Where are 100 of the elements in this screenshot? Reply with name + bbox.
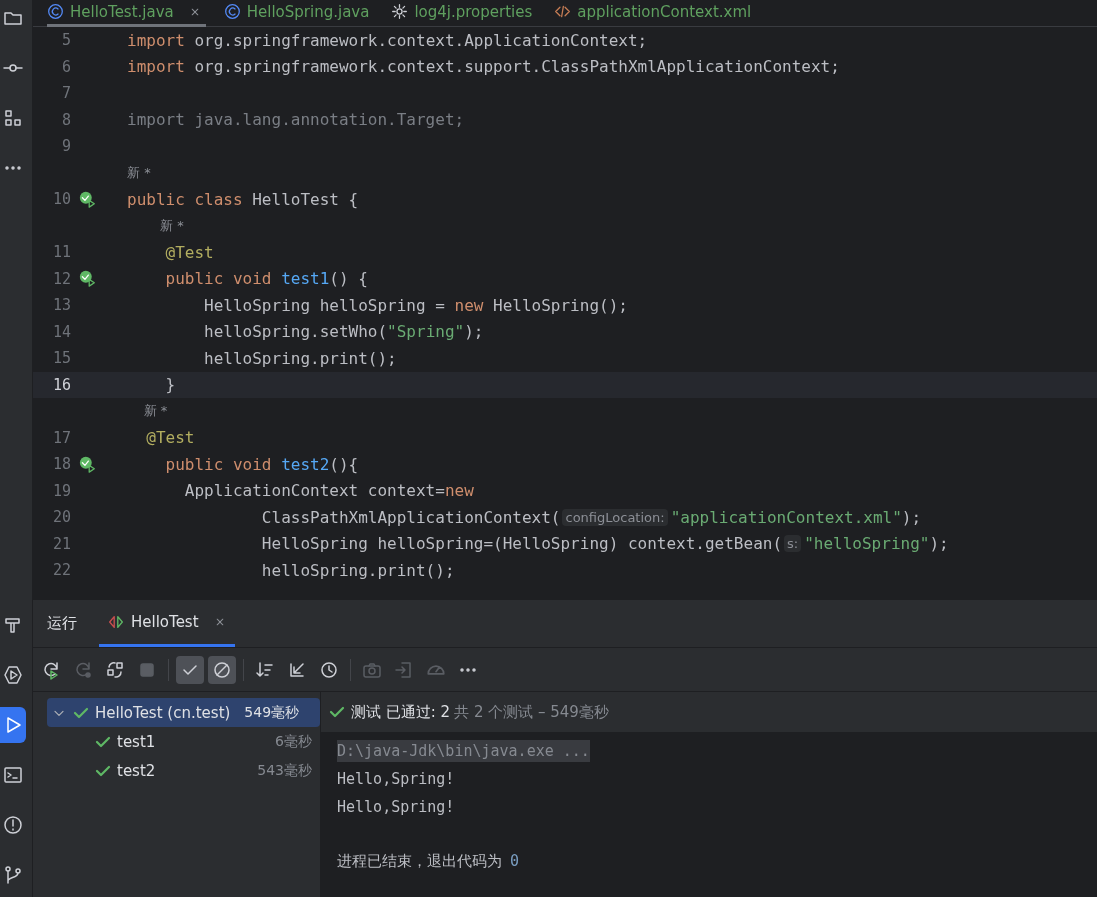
problems-icon xyxy=(3,815,23,835)
code-token: @Test xyxy=(145,428,195,448)
ignored-icon xyxy=(212,659,232,680)
test-name: test1 xyxy=(117,732,156,751)
branch-icon xyxy=(3,865,23,885)
code-token: org.springframework.context.support.ClassPathXmlApplicationContext; xyxy=(194,57,840,77)
terminal-icon xyxy=(3,765,23,785)
code-token: public class xyxy=(127,189,244,209)
code-token: HelloSpring helloSpring=(HelloSpring) context.getBean( xyxy=(260,534,783,554)
test-summary: 共 2 个测试 – 549毫秒 xyxy=(454,702,609,722)
line-number: 19 xyxy=(51,481,71,500)
code-token: ClassPathXmlApplicationContext( xyxy=(260,507,561,527)
test-run-icon xyxy=(79,455,96,473)
test-tree-item[interactable]: HelloTest (cn.test) 549毫秒 xyxy=(47,698,320,727)
test-duration: 6毫秒 xyxy=(275,732,312,751)
line-number: 6 xyxy=(60,57,71,76)
run-tab[interactable]: HelloTest xyxy=(99,600,235,647)
line-number: 17 xyxy=(51,428,71,447)
console-command[interactable]: D:\java-Jdk\bin\java.exe ... xyxy=(337,740,590,762)
panel-title: 运行 xyxy=(47,614,77,633)
more-icon xyxy=(460,667,476,672)
editor-tab[interactable]: applicationContext.xml xyxy=(554,0,756,27)
clock-icon xyxy=(319,659,339,680)
code-token: () { xyxy=(329,269,368,289)
code-token: HelloTest { xyxy=(252,189,359,209)
line-number: 8 xyxy=(60,110,71,129)
class-icon xyxy=(223,3,241,20)
tab-label: applicationContext.xml xyxy=(577,2,752,21)
test-duration: 549毫秒 xyxy=(244,703,300,722)
line-number: 13 xyxy=(51,296,71,315)
code-token: public void xyxy=(164,269,273,289)
code-token: public void xyxy=(164,454,273,474)
editor-tab[interactable]: log4j.properties xyxy=(391,0,537,27)
test-duration: 543毫秒 xyxy=(257,761,312,780)
code-token: ); xyxy=(929,534,949,554)
editor-tab[interactable]: HelloTest.java xyxy=(47,0,206,27)
code-token: ); xyxy=(901,507,922,527)
code-token: ); xyxy=(464,322,484,342)
tab-label: HelloTest xyxy=(131,613,199,631)
code-token: helloSpring.print(); xyxy=(203,348,397,368)
test-name: HelloTest (cn.test) xyxy=(95,703,231,722)
rerun-icon xyxy=(41,659,61,680)
gauge-icon xyxy=(427,664,445,675)
code-token: HelloSpring(); xyxy=(493,295,628,315)
tab-label: HelloSpring.java xyxy=(246,2,370,21)
code-token: "Spring" xyxy=(387,322,465,342)
code-token: helloSpring.print(); xyxy=(260,560,455,580)
code-token: new xyxy=(444,481,474,501)
editor-tab[interactable]: HelloSpring.java xyxy=(223,0,374,27)
line-number: 11 xyxy=(51,243,71,262)
toolbar-button[interactable] xyxy=(208,655,236,684)
line-number: 21 xyxy=(51,534,71,553)
author-hint[interactable]: 新 * xyxy=(127,163,151,182)
test-name: test2 xyxy=(117,761,156,780)
code-token: @Test xyxy=(164,242,214,262)
code-token: "applicationContext.xml" xyxy=(670,507,902,527)
toolbar-button[interactable] xyxy=(176,655,204,684)
console-output: Hello,Spring! xyxy=(337,770,455,788)
class-icon xyxy=(47,3,64,20)
code-token: import java.lang.annotation.Target; xyxy=(127,110,465,130)
line-number: 20 xyxy=(51,508,71,527)
import-icon xyxy=(394,659,414,680)
parameter-hint: configLocation: xyxy=(562,508,668,526)
toggle-auto-icon xyxy=(105,659,125,680)
code-token: HelloSpring helloSpring = xyxy=(203,295,446,315)
rerun-failed-icon xyxy=(73,659,93,680)
code-token: ApplicationContext context= xyxy=(183,481,445,501)
tool-window-button[interactable] xyxy=(0,707,26,743)
tab-label: HelloTest.java xyxy=(70,2,174,21)
line-number: 22 xyxy=(51,561,71,580)
line-number: 10 xyxy=(51,190,71,209)
test-status: 测试 已通过: 2 xyxy=(351,702,451,722)
run-hex-icon xyxy=(3,665,23,685)
xml-icon xyxy=(554,3,572,20)
author-hint[interactable]: 新 * xyxy=(160,216,184,235)
line-number: 15 xyxy=(51,349,71,368)
line-number: 18 xyxy=(51,455,71,474)
code-token: import xyxy=(127,30,186,50)
sort-icon xyxy=(255,659,275,680)
code-token: import xyxy=(127,57,186,77)
code-token: test1 xyxy=(281,269,330,289)
test-run-icon xyxy=(79,190,96,208)
author-hint[interactable]: 新 * xyxy=(143,402,168,421)
test-tree-item[interactable]: test1 6毫秒 xyxy=(47,727,320,756)
line-number: 16 xyxy=(51,375,71,394)
tab-label: log4j.properties xyxy=(414,2,533,21)
line-number: 12 xyxy=(51,269,71,288)
line-number: 9 xyxy=(60,137,71,156)
console-exit-message: 进程已结束，退出代码为 xyxy=(337,851,502,871)
structure-icon xyxy=(3,108,23,128)
code-token: org.springframework.context.ApplicationContext; xyxy=(194,30,648,50)
line-number: 7 xyxy=(60,84,71,103)
line-number: 14 xyxy=(51,322,71,341)
test-tree-item[interactable]: test2 543毫秒 xyxy=(47,756,320,785)
gear-icon xyxy=(391,3,409,20)
exit-code: 0 xyxy=(510,852,520,870)
code-token: helloSpring.setWho( xyxy=(203,322,388,342)
split-run-icon xyxy=(107,613,125,631)
console-output: Hello,Spring! xyxy=(337,798,455,816)
code-token: } xyxy=(164,375,176,395)
